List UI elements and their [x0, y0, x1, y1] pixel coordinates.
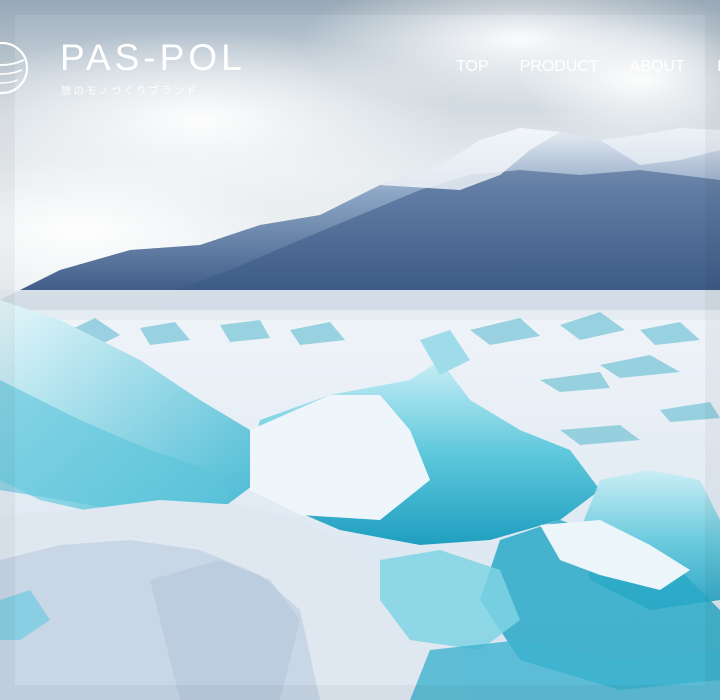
nav-about[interactable]: ABOUT: [630, 58, 685, 76]
nav-product[interactable]: PRODUCT: [520, 58, 599, 76]
brand-name[interactable]: PAS-POL: [60, 38, 246, 78]
main-nav: TOP PRODUCT ABOUT I: [456, 58, 720, 76]
site-header: PAS-POL 旅のモノづくりブランド TOP PRODUCT ABOUT I: [0, 0, 720, 110]
nav-top[interactable]: TOP: [456, 58, 489, 76]
brand-logo-icon[interactable]: [0, 30, 30, 108]
brand-tagline: 旅のモノづくりブランド: [61, 85, 199, 97]
